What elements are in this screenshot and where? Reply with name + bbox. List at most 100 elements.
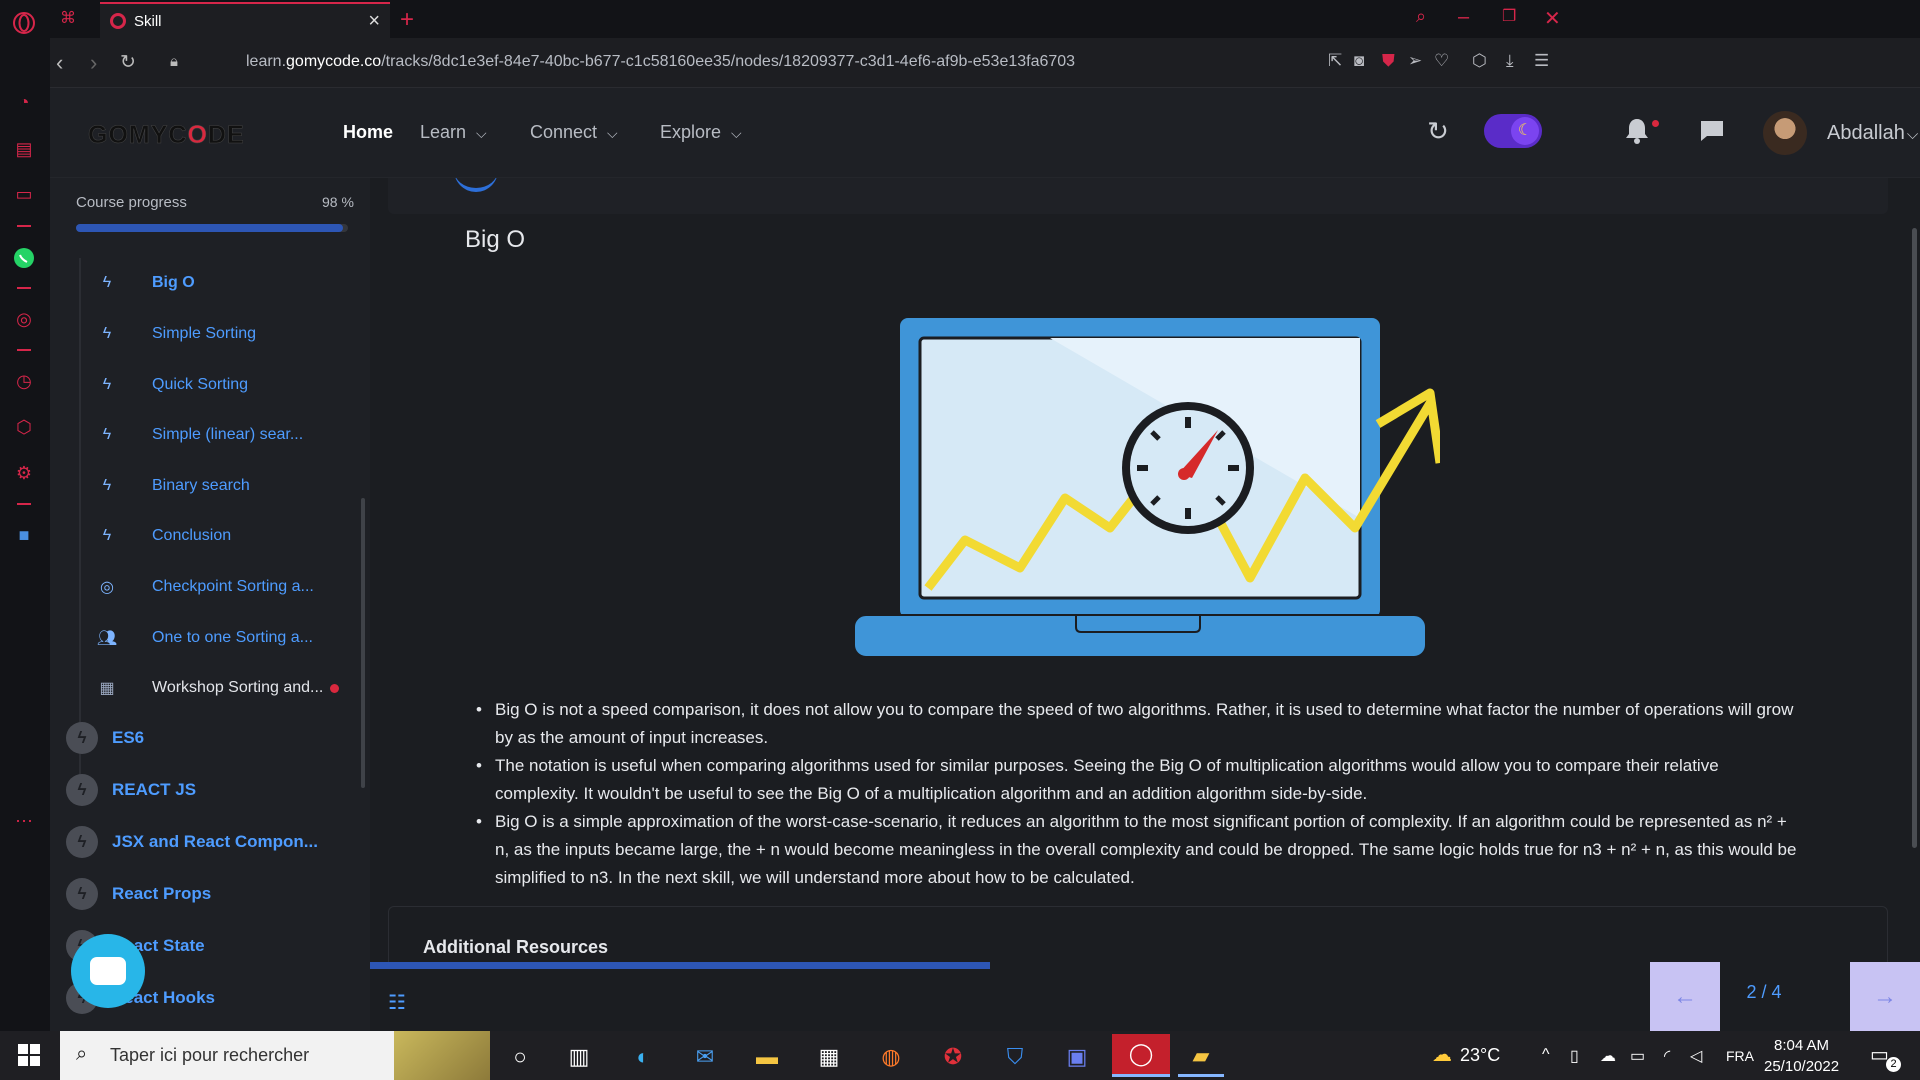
clock[interactable]: 8:04 AM 25/10/2022 [1764, 1035, 1839, 1077]
lightning-icon: ϟ [66, 774, 98, 806]
edge-icon[interactable]: ◐ [620, 1037, 666, 1077]
opera-tab-icon [110, 13, 126, 29]
content-scrollbar[interactable] [1912, 228, 1917, 848]
nav-home[interactable]: Home [343, 122, 393, 143]
send-icon[interactable]: ➢ [1408, 51, 1422, 71]
close-window-icon[interactable]: ✕ [1544, 6, 1561, 31]
nav-connect[interactable]: Connect ⌵ [530, 122, 618, 143]
task-view-icon[interactable]: ▥ [556, 1037, 602, 1077]
easy-setup-icon[interactable]: ☰ [1534, 51, 1549, 71]
reload-icon[interactable]: ↻ [120, 51, 136, 74]
next-button[interactable]: → [1850, 962, 1920, 1031]
settings-icon[interactable]: ⚙ [11, 460, 37, 486]
whatsapp-icon[interactable] [11, 245, 37, 271]
history-icon[interactable]: ◷ [11, 368, 37, 394]
sidebar-item-workshop[interactable]: ▦ Workshop Sorting and... [94, 673, 323, 703]
back-icon[interactable]: ‹ [56, 50, 63, 76]
teams-icon[interactable]: ▣ [1054, 1037, 1100, 1077]
speed-dial-icon[interactable]: ◔ [11, 89, 37, 115]
tree-line [79, 258, 81, 778]
volume-icon[interactable]: ◁ [1690, 1046, 1702, 1066]
gomycode-logo[interactable]: GOMYCODE [88, 121, 245, 150]
forward-icon[interactable]: › [90, 50, 97, 76]
sidebar-item-quick-sorting[interactable]: ϟ Quick Sorting [94, 370, 248, 400]
module-react-props[interactable]: ϟ React Props [66, 877, 211, 911]
module-jsx[interactable]: ϟ JSX and React Compon... [66, 825, 318, 859]
weather-icon[interactable]: ☁ [1432, 1042, 1452, 1067]
sidebar-scrollbar[interactable] [361, 498, 365, 788]
cube-icon[interactable]: ⬡ [1472, 51, 1487, 71]
restore-icon[interactable]: ❐ [1502, 6, 1516, 26]
new-tab-button[interactable]: + [400, 6, 414, 34]
close-tab-icon[interactable]: × [368, 10, 380, 33]
player-icon[interactable]: ◎ [11, 306, 37, 332]
list-item: The notation is useful when comparing al… [470, 752, 1800, 808]
support-chat-button[interactable] [71, 934, 145, 1008]
windows-start-icon[interactable] [18, 1044, 40, 1066]
opera-logo-icon[interactable] [11, 10, 37, 36]
arrow-right-icon: → [1873, 982, 1897, 1010]
sidebar-item-linear-search[interactable]: ϟ Simple (linear) sear... [94, 420, 303, 450]
module-es6[interactable]: ϟ ES6 [66, 721, 144, 755]
sidebar-item-big-o[interactable]: ϟ Big O [94, 268, 195, 298]
sidebar-item-binary-search[interactable]: ϟ Binary search [94, 471, 250, 501]
mail-icon[interactable]: ✉ [682, 1037, 728, 1077]
lesson-footer: ☷ ← 2 / 4 → [370, 962, 1920, 1031]
minimize-icon[interactable]: – [1458, 6, 1469, 29]
share-icon[interactable]: ⇱ [1328, 51, 1342, 71]
app-red-icon[interactable]: ✪ [930, 1037, 976, 1077]
url-field[interactable]: learn.gomycode.co/tracks/8dc1e3ef-84e7-4… [246, 53, 1075, 71]
device-icon[interactable]: ▯ [1570, 1046, 1579, 1066]
wifi-icon[interactable]: ◜ [1664, 1046, 1670, 1066]
sidebar-item-label: Simple Sorting [152, 325, 257, 342]
onedrive-icon[interactable]: ☁ [1600, 1046, 1616, 1066]
search-tabs-icon[interactable]: ⌕ [1416, 6, 1426, 27]
sidebar-item-simple-sorting[interactable]: ϟ Simple Sorting [94, 319, 256, 349]
bell-icon[interactable] [1620, 114, 1654, 148]
download-icon[interactable]: ⤓ [1506, 51, 1514, 71]
heart-icon[interactable]: ♡ [1434, 51, 1449, 71]
dark-mode-toggle[interactable]: ☾ [1484, 114, 1542, 148]
weather-temp[interactable]: 23°C [1460, 1045, 1500, 1066]
store-icon[interactable]: ▦ [806, 1037, 852, 1077]
sidebar-item-one-to-one[interactable]: 👥︎ One to one Sorting a... [94, 623, 313, 653]
user-menu[interactable]: Abdallah ⌵ [1827, 122, 1918, 145]
sidebar-divider [17, 349, 31, 351]
sidebar-item-label: Quick Sorting [152, 376, 249, 393]
opera-gx-taskbar-icon[interactable]: ◯ [1112, 1034, 1170, 1077]
lightning-icon: ϟ [102, 274, 112, 291]
chevron-up-icon[interactable]: ^ [1542, 1046, 1550, 1064]
shopping-icon[interactable]: ▤ [11, 136, 37, 162]
adblock-icon[interactable]: ⛊ [1382, 51, 1395, 71]
unread-dot [330, 684, 339, 693]
extensions-icon[interactable]: ⬡ [11, 414, 37, 440]
more-icon[interactable]: ⋯ [11, 808, 37, 834]
twitch-icon[interactable]: ▭ [11, 181, 37, 207]
sidebar-item-checkpoint[interactable]: ◎ Checkpoint Sorting a... [94, 572, 314, 602]
site-header: GOMYCODE Home Learn ⌵ Connect ⌵ Explore ⌵ ↻… [50, 88, 1920, 178]
translate-app-icon[interactable]: ■ [11, 522, 37, 548]
cortana-icon[interactable]: ○ [497, 1037, 543, 1077]
sync-icon[interactable]: ↻ [1421, 114, 1455, 148]
gx-corner-icon[interactable]: ⌘ [60, 8, 76, 28]
lightning-icon: ϟ [102, 527, 112, 544]
list-outline-icon[interactable]: ☷ [388, 990, 406, 1015]
battery-icon[interactable]: ▭ [1630, 1046, 1645, 1066]
chevron-down-icon: ⌵ [476, 125, 487, 141]
nav-explore[interactable]: Explore ⌵ [660, 122, 742, 143]
camera-icon[interactable]: ◙ [1354, 51, 1364, 71]
folder-taskbar-icon[interactable]: ▰ [1178, 1037, 1224, 1077]
avatar[interactable] [1763, 111, 1807, 155]
file-explorer-icon[interactable]: ▬ [744, 1037, 790, 1077]
sidebar-item-conclusion[interactable]: ϟ Conclusion [94, 521, 231, 551]
tab-skill[interactable]: Skill × [100, 2, 390, 38]
firefox-icon[interactable]: ◍ [868, 1037, 914, 1077]
module-label: React Props [112, 884, 212, 903]
module-react-js[interactable]: ϟ REACT JS [66, 773, 196, 807]
previous-button[interactable]: ← [1650, 962, 1720, 1031]
shield-app-icon[interactable]: ⛉ [992, 1037, 1038, 1077]
nav-learn[interactable]: Learn ⌵ [420, 122, 487, 143]
taskbar-search[interactable]: ⌕ Taper ici pour rechercher [60, 1031, 490, 1080]
language-indicator[interactable]: FRA [1726, 1048, 1754, 1064]
chat-icon[interactable] [1695, 114, 1729, 148]
